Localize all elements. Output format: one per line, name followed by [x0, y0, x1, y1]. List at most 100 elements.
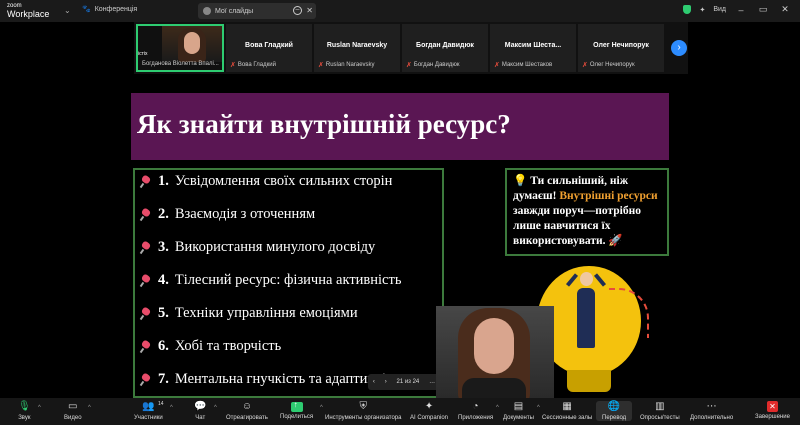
- globe-icon: 🌐: [607, 401, 621, 412]
- participant-caption: ✗ Богдан Давидюк: [406, 61, 459, 69]
- list-item: 4. Тілесний ресурс: фізична активність: [140, 272, 401, 289]
- share-button[interactable]: Поделиться: [280, 400, 313, 420]
- document-icon: ▤: [513, 401, 524, 412]
- chevron-up-icon[interactable]: ^: [38, 405, 41, 411]
- prev-slide-icon[interactable]: ‹: [373, 379, 375, 385]
- sparkle-icon: ✦: [424, 401, 434, 412]
- participants-label: Участники: [134, 415, 163, 421]
- meeting-info-button[interactable]: 🐾 Конференція: [82, 5, 137, 14]
- participant-tile[interactable]: Олег Нечипорук ✗ Олег Нечипорук: [578, 24, 664, 72]
- grid-icon: ▦: [562, 401, 572, 412]
- item-number: 3.: [158, 239, 169, 255]
- next-slide-icon[interactable]: ›: [385, 379, 387, 385]
- end-label: Завершение: [755, 414, 790, 420]
- participant-overlay-text: істіх: [138, 51, 148, 57]
- list-item: 6. Хобі та творчість: [140, 338, 281, 355]
- list-item: 1. Усвідомлення своїх сильних сторін: [140, 173, 392, 190]
- slide-title: Як знайти внутрішній ресурс?: [137, 109, 511, 139]
- microphone-icon: 🎙: [18, 401, 31, 412]
- ai-label: AI Companion: [410, 415, 449, 421]
- lightbulb-icon: 💡: [513, 175, 528, 187]
- docs-label: Документы: [503, 415, 534, 421]
- chevron-up-icon[interactable]: ^: [88, 405, 91, 411]
- share-indicator[interactable]: Мої слайды – ✕: [198, 3, 316, 19]
- chevron-up-icon[interactable]: ^: [214, 405, 217, 411]
- mic-muted-icon: ✗: [494, 62, 500, 69]
- speaker-shirt: [462, 378, 526, 398]
- docs-button[interactable]: ▤ Документы: [503, 401, 534, 421]
- businessman-head: [580, 272, 593, 286]
- ai-companion-button[interactable]: ✦ AI Companion: [410, 401, 448, 421]
- item-number: 2.: [158, 206, 169, 222]
- chevron-down-icon[interactable]: ⌄: [64, 6, 71, 15]
- more-icon[interactable]: …: [429, 379, 435, 385]
- participant-caption: ✗ Олег Нечипорук: [582, 61, 635, 69]
- participant-tile[interactable]: Вова Гладкий ✗ Вова Гладкий: [226, 24, 312, 72]
- breakout-rooms-button[interactable]: ▦ Сессионные залы: [542, 401, 592, 421]
- ellipsis-icon: ⋯: [706, 401, 717, 412]
- item-number: 5.: [158, 305, 169, 321]
- view-button[interactable]: Вид: [713, 6, 726, 13]
- participant-name: Максим Шеста...: [504, 42, 562, 49]
- chat-button[interactable]: 💬 Чат: [194, 401, 206, 421]
- chat-bubble-icon: 💬: [194, 401, 207, 412]
- host-tools-label: Инструменты организатора: [325, 415, 402, 421]
- video-button[interactable]: ▭ Видео: [64, 401, 82, 421]
- minimize-window-icon[interactable]: –: [734, 5, 748, 15]
- callout-highlight: Внутрішні ресурси: [559, 190, 658, 202]
- more-button[interactable]: ⋯ Дополнительно: [690, 401, 733, 421]
- pushpin-icon: [140, 242, 152, 254]
- participant-caption: Богданова Віолетта Впалі...: [142, 61, 219, 67]
- participants-button[interactable]: 👥 14 Участники: [134, 401, 164, 421]
- item-number: 4.: [158, 272, 169, 288]
- list-item: 2. Взаємодія з оточенням: [140, 206, 315, 223]
- close-icon[interactable]: ✕: [306, 6, 313, 15]
- mic-muted-icon: ✗: [582, 62, 588, 69]
- chevron-up-icon[interactable]: ^: [496, 405, 499, 411]
- rooms-label: Сессионные залы: [542, 415, 593, 421]
- participant-tile[interactable]: Ruslan Naraevsky ✗ Ruslan Naraevsky: [314, 24, 400, 72]
- energy-rays: [609, 288, 649, 338]
- mic-muted-icon: ✗: [230, 62, 236, 69]
- audio-button[interactable]: 🎙 Звук: [18, 401, 31, 421]
- participant-tile[interactable]: Максим Шеста... ✗ Максим Шестаков: [490, 24, 576, 72]
- list-item: 7. Ментальна гнучкість та адаптивність: [140, 371, 405, 388]
- translate-button[interactable]: 🌐 Перевод: [596, 401, 633, 421]
- item-number: 6.: [158, 338, 169, 354]
- speaker-face: [474, 318, 514, 374]
- shield-icon: ⛨: [359, 401, 367, 412]
- close-window-icon[interactable]: ✕: [778, 4, 792, 15]
- speaker-video[interactable]: [436, 306, 554, 398]
- polls-label: Опросы/тесты: [640, 415, 680, 421]
- item-text: Тілесний ресурс: фізична активність: [174, 272, 402, 288]
- participant-tile-active[interactable]: істіх Богданова Віолетта Впалі...: [136, 24, 224, 72]
- apps-button[interactable]: ◔ Приложения: [458, 401, 493, 421]
- chevron-up-icon[interactable]: ^: [320, 405, 323, 411]
- mic-muted-icon: ✗: [318, 62, 324, 69]
- businessman-figure: [577, 288, 595, 348]
- participant-caption: ✗ Ruslan Naraevsky: [318, 61, 375, 69]
- sparkle-icon[interactable]: ✦: [699, 6, 705, 14]
- people-icon: 👥 14: [142, 401, 163, 413]
- minimize-share-icon[interactable]: –: [293, 6, 302, 15]
- security-shield-icon[interactable]: [683, 5, 692, 14]
- pushpin-icon: [140, 374, 152, 386]
- chat-label: Чат: [195, 415, 206, 421]
- participant-tile[interactable]: Богдан Давидюк ✗ Богдан Давидюк: [402, 24, 488, 72]
- slide-page-counter[interactable]: ‹ › 21 из 24 …: [368, 374, 440, 390]
- participant-caption-text: Максим Шестаков: [501, 62, 553, 68]
- video-label: Видео: [64, 415, 82, 421]
- participant-name: Ruslan Naraevsky: [326, 42, 388, 49]
- react-button[interactable]: ☺ Отреагировать: [226, 401, 268, 421]
- next-page-arrow-icon[interactable]: ›: [671, 40, 687, 56]
- maximize-window-icon[interactable]: ▭: [756, 4, 770, 15]
- polls-button[interactable]: ▥ Опросы/тесты: [640, 401, 680, 421]
- view-label: Вид: [713, 6, 726, 13]
- chevron-up-icon[interactable]: ^: [170, 405, 173, 411]
- chevron-up-icon[interactable]: ^: [537, 405, 540, 411]
- end-meeting-button[interactable]: ✕ Завершение: [755, 401, 790, 420]
- participant-face: [184, 32, 200, 54]
- host-tools-button[interactable]: ⛨ Инструменты организатора: [325, 401, 401, 421]
- item-text: Хобі та творчість: [174, 338, 282, 354]
- zoom-logo: zoom Workplace: [7, 2, 49, 19]
